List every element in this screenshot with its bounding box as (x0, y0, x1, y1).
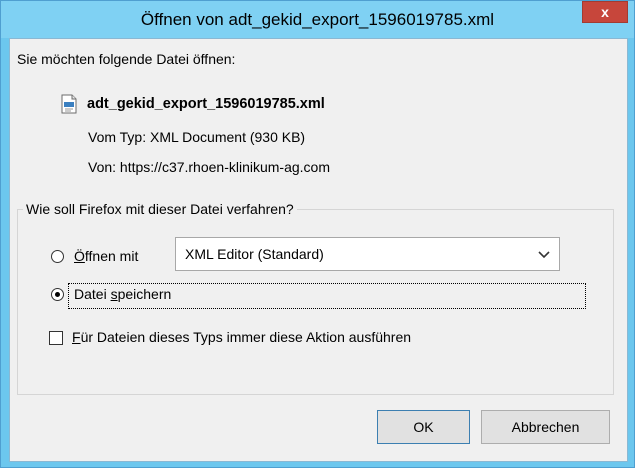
application-select-value: XML Editor (Standard) (185, 246, 324, 262)
always-label-rest: ür Dateien dieses Typs immer diese Aktio… (80, 329, 412, 345)
chevron-down-icon (538, 251, 550, 259)
dialog-window: Öffnen von adt_gekid_export_1596019785.x… (0, 0, 635, 468)
open-prompt: Sie möchten folgende Datei öffnen: (17, 51, 236, 67)
file-type: Vom Typ: XML Document (930 KB) (88, 129, 306, 145)
application-select[interactable]: XML Editor (Standard) (175, 237, 560, 271)
radio-selected-dot (55, 292, 60, 297)
always-do-this-label[interactable]: Für Dateien dieses Typs immer diese Akti… (72, 329, 411, 345)
save-file-label[interactable]: Datei speichern (74, 286, 171, 302)
save-file-label-rest: peichern (117, 286, 172, 302)
save-file-accesskey: s (110, 286, 118, 302)
open-with-accesskey: Ö (74, 248, 85, 264)
title-bar[interactable]: Öffnen von adt_gekid_export_1596019785.x… (1, 1, 634, 38)
close-icon: x (601, 4, 609, 20)
open-with-label-rest: ffnen mit (84, 248, 139, 264)
open-with-label[interactable]: Öffnen mit (74, 248, 138, 264)
action-group-legend: Wie soll Firefox mit dieser Datei verfah… (23, 201, 297, 217)
save-file-label-prefix: Datei (74, 286, 111, 302)
dialog-title: Öffnen von adt_gekid_export_1596019785.x… (140, 10, 495, 29)
xml-file-icon (61, 94, 77, 114)
ok-button[interactable]: OK (377, 410, 470, 444)
dialog-content: Sie möchten folgende Datei öffnen: adt_g… (9, 38, 628, 462)
save-file-radio[interactable] (51, 288, 64, 301)
open-with-radio[interactable] (51, 250, 64, 263)
cancel-button[interactable]: Abbrechen (481, 410, 610, 444)
always-accesskey: F (72, 329, 81, 345)
close-button[interactable]: x (582, 1, 628, 23)
file-name: adt_gekid_export_1596019785.xml (87, 96, 325, 112)
always-do-this-checkbox[interactable] (49, 331, 63, 345)
file-source: Von: https://c37.rhoen-klinikum-ag.com (88, 159, 331, 175)
